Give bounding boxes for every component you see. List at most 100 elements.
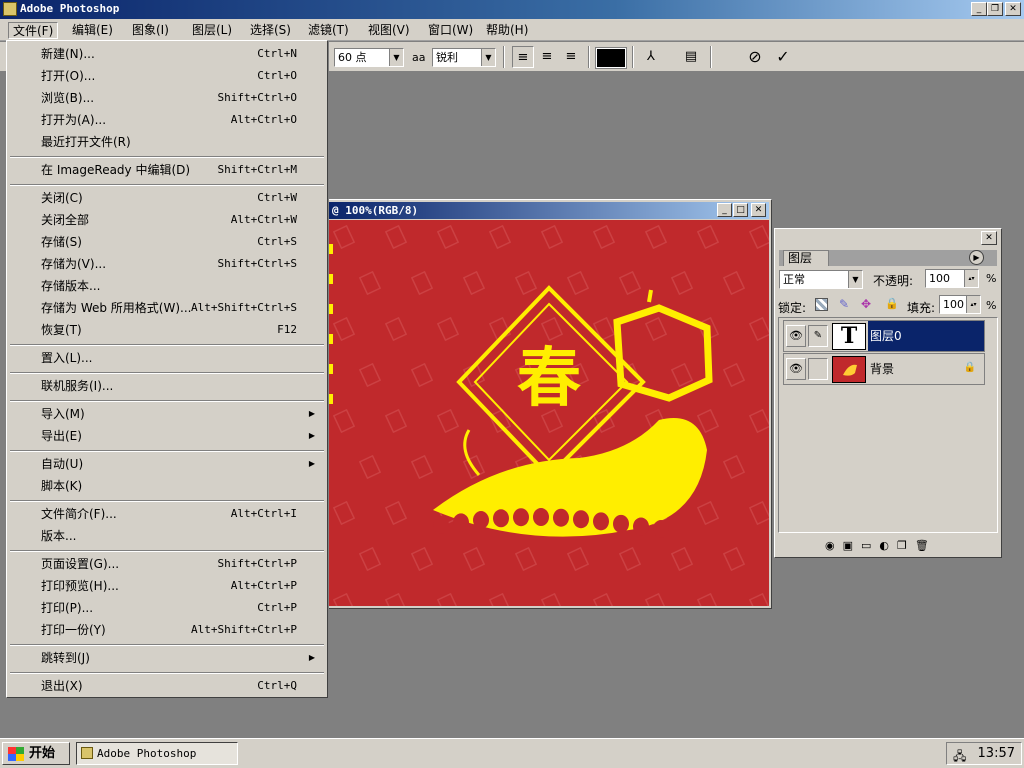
fill-value: 100 [943,298,964,311]
menu-item-label: 版本... [41,529,77,543]
file-menu-item[interactable]: 打开为(A)... Alt+Ctrl+O [9,110,325,130]
pattern-mark [410,546,434,572]
new-group-icon[interactable]: ▭ [861,539,871,552]
firecracker-hole [433,516,449,534]
file-menu-item[interactable]: 打开(O)... Ctrl+O [9,66,325,86]
menu-item-shortcut: Shift+Ctrl+O [217,91,297,104]
edge-fragment [329,244,333,254]
file-menu-item[interactable]: 存储版本... [9,276,325,296]
lock-position-icon[interactable]: ✥ [861,297,871,311]
opacity-percent: % [986,272,997,285]
doc-minimize-button[interactable]: _ [717,203,732,217]
cancel-icon[interactable]: ⊘ [744,46,766,68]
menu-item-label: 打开为(A)... [41,113,107,127]
menu-select[interactable]: 选择(S) [246,22,295,39]
file-menu-item[interactable]: 恢复(T) F12 [9,320,325,340]
align-left-icon[interactable]: ≡ [512,46,534,68]
pattern-mark [748,316,769,342]
blend-mode-select[interactable]: 正常 ▼ [779,270,863,289]
brush-icon[interactable]: ✎ [808,325,828,347]
layer-style-icon[interactable]: ◉ [825,539,835,552]
file-menu-item[interactable]: 退出(X) Ctrl+Q [9,676,325,696]
tab-layers[interactable]: 图层 [783,250,829,266]
firecracker-hole [633,517,649,536]
network-icon[interactable]: 🖧 [953,746,966,767]
file-menu-item[interactable]: 导出(E) ▶ [9,426,325,446]
menu-item-shortcut: Alt+Ctrl+W [230,213,297,226]
photoshop-app-icon [81,747,93,759]
file-menu-item[interactable]: 脚本(K) [9,476,325,496]
link-slot[interactable] [808,358,828,380]
file-menu-item[interactable]: 存储为 Web 所用格式(W)... Alt+Shift+Ctrl+S [9,298,325,318]
doc-maximize-button[interactable]: □ [733,203,748,217]
layer-row-background[interactable]: 👁 背景 🔒 [783,353,985,385]
fill-input[interactable]: 100 ▴▾ [939,295,981,314]
file-menu-item[interactable]: 页面设置(G)... Shift+Ctrl+P [9,554,325,574]
panel-close-button[interactable]: ✕ [981,231,997,245]
file-menu-item[interactable]: 打印(P)... Ctrl+P [9,598,325,618]
pattern-mark [384,224,408,250]
file-menu-item[interactable]: 关闭全部 Alt+Ctrl+W [9,210,325,230]
start-button[interactable]: 开始 [2,742,70,765]
restore-button[interactable]: ❐ [987,2,1003,16]
image-canvas[interactable]: 春 [329,220,769,606]
align-right-icon[interactable]: ≡ [560,46,582,68]
eye-icon[interactable]: 👁 [786,358,806,380]
file-menu-item[interactable]: 浏览(B)... Shift+Ctrl+O [9,88,325,108]
menu-edit[interactable]: 编辑(E) [68,22,117,39]
file-menu-item[interactable]: 版本... [9,526,325,546]
close-button[interactable]: ✕ [1005,2,1021,16]
font-size-select[interactable]: 60 点 ▼ [334,48,404,67]
menu-layer[interactable]: 图层(L) [188,22,236,39]
file-menu-item[interactable]: 联机服务(I)... [9,376,325,396]
adjustment-layer-icon[interactable]: ◐ [879,539,889,552]
file-menu-item[interactable]: 新建(N)... Ctrl+N [9,44,325,64]
lock-transparency-icon[interactable] [815,298,828,311]
clock[interactable]: 13:57 [978,746,1015,761]
file-menu-item[interactable]: 打印预览(H)... Alt+Ctrl+P [9,576,325,596]
firecracker-hole [453,513,469,532]
menu-separator [10,550,324,552]
menu-file[interactable]: 文件(F) [8,22,59,39]
doc-close-button[interactable]: ✕ [751,203,766,217]
file-menu-item[interactable]: 在 ImageReady 中编辑(D) Shift+Ctrl+M [9,160,325,180]
layer-row-layer0[interactable]: 👁 ✎ T 图层0 [783,320,985,352]
menu-item-label: 置入(L)... [41,351,93,365]
taskbar-item-photoshop[interactable]: Adobe Photoshop [76,742,238,765]
menu-filter[interactable]: 滤镜(T) [304,22,353,39]
pattern-mark [384,592,408,606]
lock-image-icon[interactable]: ✎ [839,297,849,311]
commit-icon[interactable]: ✓ [772,46,794,68]
antialias-select[interactable]: 锐利 ▼ [432,48,496,67]
file-menu-item[interactable]: 存储(S) Ctrl+S [9,232,325,252]
text-color-swatch[interactable] [595,47,627,69]
palettes-icon[interactable]: ▤ [680,46,702,68]
firecracker-hole [533,508,549,527]
pattern-mark [748,500,769,526]
layer-mask-icon[interactable]: ▣ [843,539,853,552]
warp-text-icon[interactable]: ⅄ [640,46,662,68]
firecracker-hole [613,514,629,533]
layer-name[interactable]: 图层0 [868,321,984,351]
lock-all-icon[interactable]: 🔒 [885,297,899,310]
file-menu-item[interactable]: 导入(M) ▶ [9,404,325,424]
new-layer-icon[interactable]: ❐ [897,539,907,552]
eye-icon[interactable]: 👁 [786,325,806,347]
align-center-icon[interactable]: ≡ [536,46,558,68]
file-menu-item[interactable]: 跳转到(J) ▶ [9,648,325,668]
menu-help[interactable]: 帮助(H) [482,22,532,39]
menu-window[interactable]: 窗口(W) [424,22,477,39]
file-menu-item[interactable]: 自动(U) ▶ [9,454,325,474]
panel-menu-icon[interactable]: ▶ [969,250,984,265]
menu-view[interactable]: 视图(V) [364,22,414,39]
file-menu-item[interactable]: 关闭(C) Ctrl+W [9,188,325,208]
minimize-button[interactable]: _ [971,2,987,16]
trash-icon[interactable]: 🗑 [915,539,929,552]
opacity-input[interactable]: 100 ▴▾ [925,269,979,288]
file-menu-item[interactable]: 置入(L)... [9,348,325,368]
file-menu-item[interactable]: 存储为(V)... Shift+Ctrl+S [9,254,325,274]
file-menu-item[interactable]: 最近打开文件(R) [9,132,325,152]
file-menu-item[interactable]: 文件简介(F)... Alt+Ctrl+I [9,504,325,524]
menu-image[interactable]: 图象(I) [128,22,173,39]
file-menu-item[interactable]: 打印一份(Y) Alt+Shift+Ctrl+P [9,620,325,640]
